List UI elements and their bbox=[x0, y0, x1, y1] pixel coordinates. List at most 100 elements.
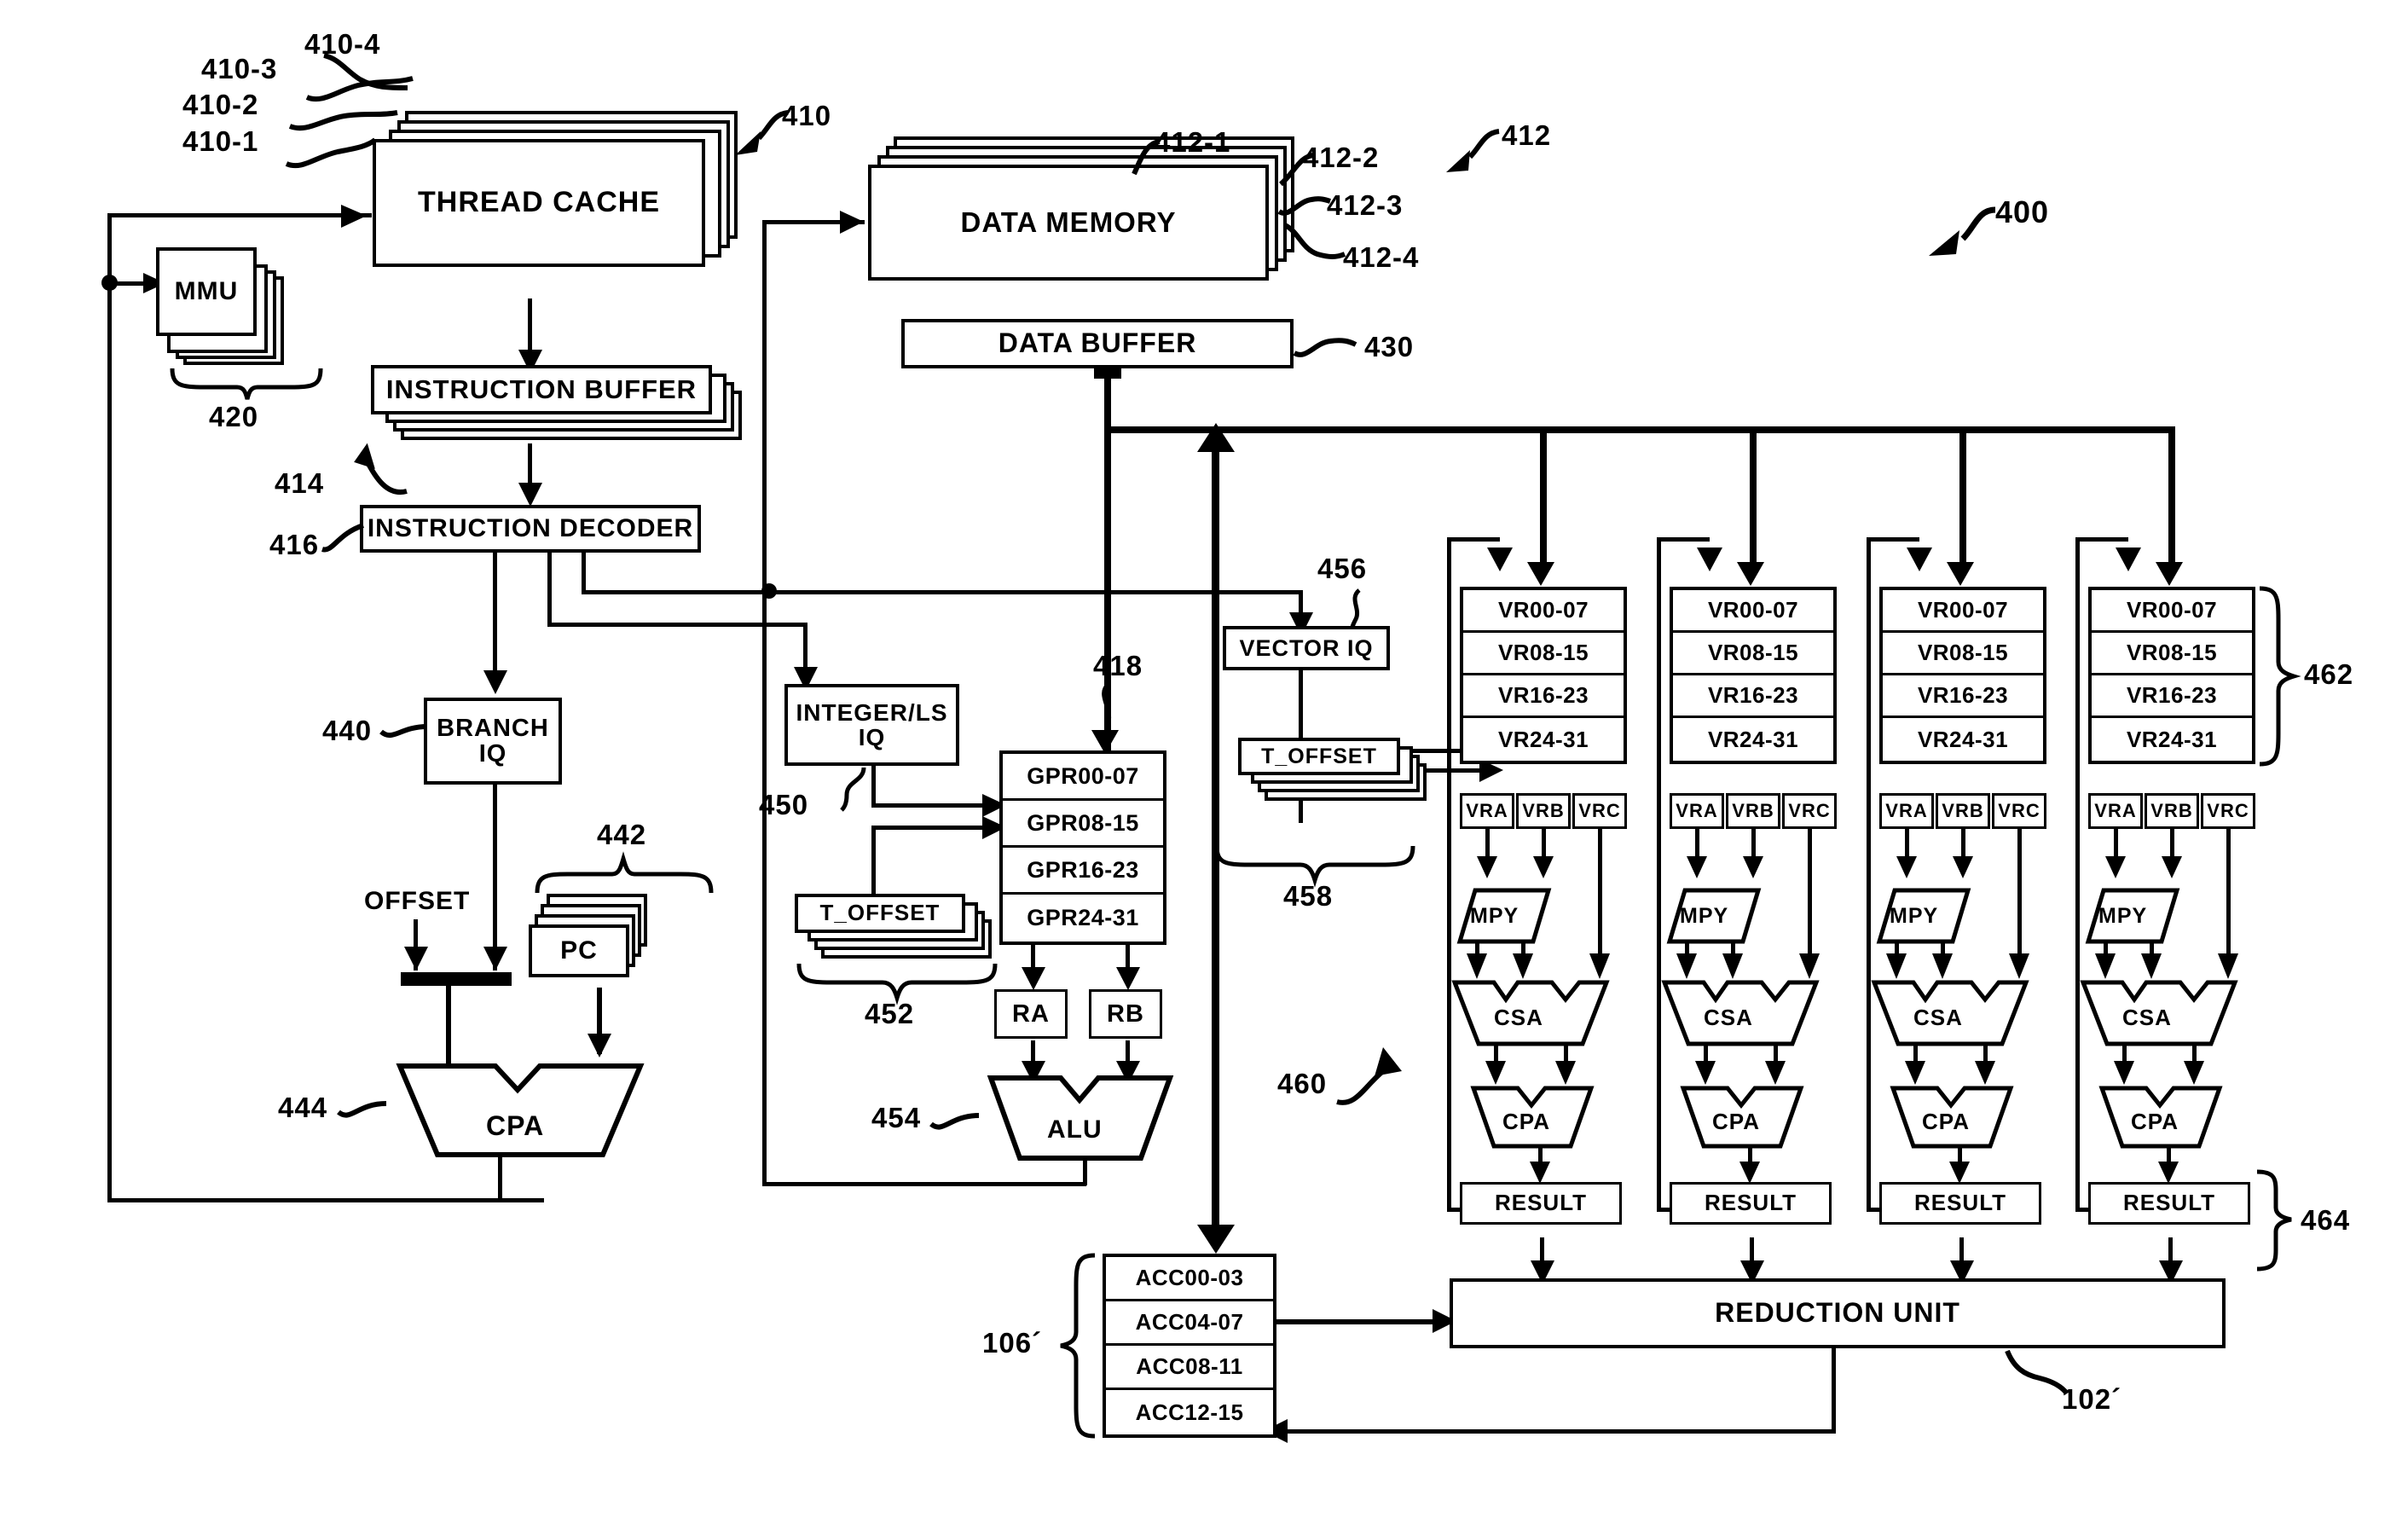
arrowhead-l4-mpy-csa-a bbox=[2095, 953, 2116, 979]
ref-462: 462 bbox=[2304, 658, 2354, 690]
csa-label-lane-1: CSA bbox=[1494, 1005, 1543, 1030]
leader-412-4 bbox=[1283, 223, 1346, 259]
vra-lane-3: VRA bbox=[1879, 793, 1934, 829]
wire-left-bus-to-threadcache bbox=[107, 213, 372, 217]
arrowhead-l2-mpy-csa-a bbox=[1676, 953, 1697, 979]
bus-branch-lane3 bbox=[1959, 426, 1966, 570]
arrowhead-lane2-vr bbox=[1737, 562, 1764, 586]
mpy-label-lane-4: MPY bbox=[2098, 904, 2148, 928]
vr-register-file-lane-1: VR00-07 VR08-15 VR16-23 VR24-31 bbox=[1460, 587, 1627, 764]
thread-cache-block: THREAD CACHE bbox=[373, 139, 705, 267]
vr-lane1-row-0: VR00-07 bbox=[1463, 590, 1624, 633]
leader-412 bbox=[1446, 129, 1500, 172]
wire-lane2-writeback-v bbox=[1657, 537, 1661, 1211]
arrowhead-l2-mpy-csa-b bbox=[1722, 953, 1743, 979]
vrc-lane-2: VRC bbox=[1782, 793, 1837, 829]
csa-label-lane-2: CSA bbox=[1704, 1005, 1753, 1030]
wire-decoder-vec-h bbox=[582, 590, 1303, 594]
ref-410-2: 410-2 bbox=[182, 89, 259, 120]
arrowhead-l1-cpa-result bbox=[1530, 1162, 1550, 1184]
ref-420: 420 bbox=[209, 401, 259, 432]
vr-lane1-row-2: VR16-23 bbox=[1463, 675, 1624, 718]
wire-branchiq-down bbox=[493, 785, 497, 970]
cpa-branch-label: CPA bbox=[486, 1110, 545, 1141]
wire-midleft-bus bbox=[762, 220, 767, 1185]
integer-ls-iq-block: INTEGER/LS IQ bbox=[784, 684, 959, 766]
wire-lane1-writeback-v bbox=[1447, 537, 1451, 1211]
brace-452 bbox=[796, 963, 998, 1005]
arrowhead-l3-csa-cpa-a bbox=[1905, 1061, 1925, 1085]
arrowhead-l2-cpa-result bbox=[1739, 1162, 1760, 1184]
arrowhead-lane3-vr bbox=[1947, 562, 1974, 586]
arrowhead-l3-mpy-csa-a bbox=[1886, 953, 1907, 979]
vra-lane-2: VRA bbox=[1670, 793, 1724, 829]
ref-400: 400 bbox=[1995, 194, 2050, 229]
leader-412-1 bbox=[1132, 139, 1161, 176]
vr-lane2-row-1: VR08-15 bbox=[1673, 633, 1833, 675]
wire-l4-vrc-csa bbox=[2226, 829, 2231, 964]
ref-460: 460 bbox=[1277, 1068, 1328, 1099]
arrowhead-l4-vrc-csa bbox=[2218, 953, 2238, 979]
integer-ls-iq-label-line2: IQ bbox=[858, 724, 886, 750]
bus-branch-lane1 bbox=[1540, 426, 1547, 570]
arrowhead-to-thread-cache bbox=[341, 205, 367, 228]
ref-456: 456 bbox=[1317, 553, 1368, 584]
wire-decoder-int-h bbox=[547, 623, 807, 627]
instruction-decoder-block: INSTRUCTION DECODER bbox=[360, 505, 701, 553]
cpa-label-lane-2: CPA bbox=[1712, 1109, 1760, 1134]
arrowhead-l3-vra-mpy bbox=[1896, 856, 1917, 878]
ref-442: 442 bbox=[597, 819, 647, 850]
ref-412-1: 412-1 bbox=[1155, 126, 1231, 158]
wire-l3-vrc-csa bbox=[2017, 829, 2022, 964]
cpa-label-lane-1: CPA bbox=[1502, 1109, 1550, 1134]
acc-row-3: ACC12-15 bbox=[1135, 1399, 1244, 1425]
vr-lane3-row-0: VR00-07 bbox=[1883, 590, 2043, 633]
vr-lane3-row-1: VR08-15 bbox=[1883, 633, 2043, 675]
arrowhead-l3-vrb-mpy bbox=[1953, 856, 1973, 878]
arrowhead-l4-mpy-csa-b bbox=[2141, 953, 2162, 979]
arrowhead-l3-vrc-csa bbox=[2009, 953, 2029, 979]
wire-alu-out-bus bbox=[762, 1182, 1086, 1186]
arrowhead-l4-csa-cpa-a bbox=[2114, 1061, 2134, 1085]
arrowhead-l4-cpa-result bbox=[2158, 1162, 2179, 1184]
arrowhead-offsetbar-b bbox=[483, 947, 507, 970]
ref-450: 450 bbox=[759, 789, 809, 820]
brace-420 bbox=[170, 368, 323, 400]
arrowhead-l4-vra-mpy bbox=[2105, 856, 2126, 878]
rb-register: RB bbox=[1089, 989, 1162, 1039]
wire-reduction-fb-v bbox=[1832, 1348, 1836, 1434]
vr-lane4-row-0: VR00-07 bbox=[2092, 590, 2252, 633]
ref-102-prime: 102´ bbox=[2062, 1383, 2122, 1415]
arrowhead-l2-vra-mpy bbox=[1687, 856, 1707, 878]
vrc-lane-4: VRC bbox=[2201, 793, 2255, 829]
arrowhead-l2-csa-cpa-b bbox=[1765, 1061, 1786, 1085]
ref-458: 458 bbox=[1283, 880, 1334, 912]
vr-lane1-row-1: VR08-15 bbox=[1463, 633, 1624, 675]
bus-acc-vertical bbox=[1212, 443, 1219, 1237]
result-lane-1: RESULT bbox=[1460, 1182, 1622, 1225]
ref-418: 418 bbox=[1093, 650, 1143, 681]
arrowhead-branchiq bbox=[483, 670, 507, 694]
arrowhead-l1-mpy-csa-a bbox=[1467, 953, 1487, 979]
arrowhead-l3-csa-cpa-b bbox=[1975, 1061, 1995, 1085]
arrowhead-l1-vra-mpy bbox=[1477, 856, 1497, 878]
wire-lane3-writeback-v bbox=[1867, 537, 1871, 1211]
arrowhead-lane1-vr bbox=[1527, 562, 1554, 586]
leader-444 bbox=[337, 1101, 387, 1118]
ref-410-1: 410-1 bbox=[182, 125, 259, 157]
gpr-row-0: GPR00-07 bbox=[1003, 754, 1163, 801]
bus-data-horizontal bbox=[1104, 426, 2174, 433]
brace-106-prime bbox=[1060, 1253, 1096, 1439]
leader-450 bbox=[840, 767, 866, 812]
ref-440: 440 bbox=[322, 715, 373, 746]
result-lane-3: RESULT bbox=[1879, 1182, 2041, 1225]
vector-iq-block: VECTOR IQ bbox=[1223, 626, 1390, 670]
result-lane-4: RESULT bbox=[2088, 1182, 2250, 1225]
ref-452: 452 bbox=[865, 998, 915, 1029]
ref-106-prime: 106´ bbox=[982, 1327, 1043, 1359]
wire-lane4-writeback-v bbox=[2075, 537, 2080, 1211]
wire-left-bus-vertical bbox=[107, 213, 112, 1202]
mpy-label-lane-3: MPY bbox=[1890, 904, 1939, 928]
vr-lane1-row-3: VR24-31 bbox=[1497, 726, 1589, 752]
leader-430 bbox=[1293, 338, 1357, 357]
